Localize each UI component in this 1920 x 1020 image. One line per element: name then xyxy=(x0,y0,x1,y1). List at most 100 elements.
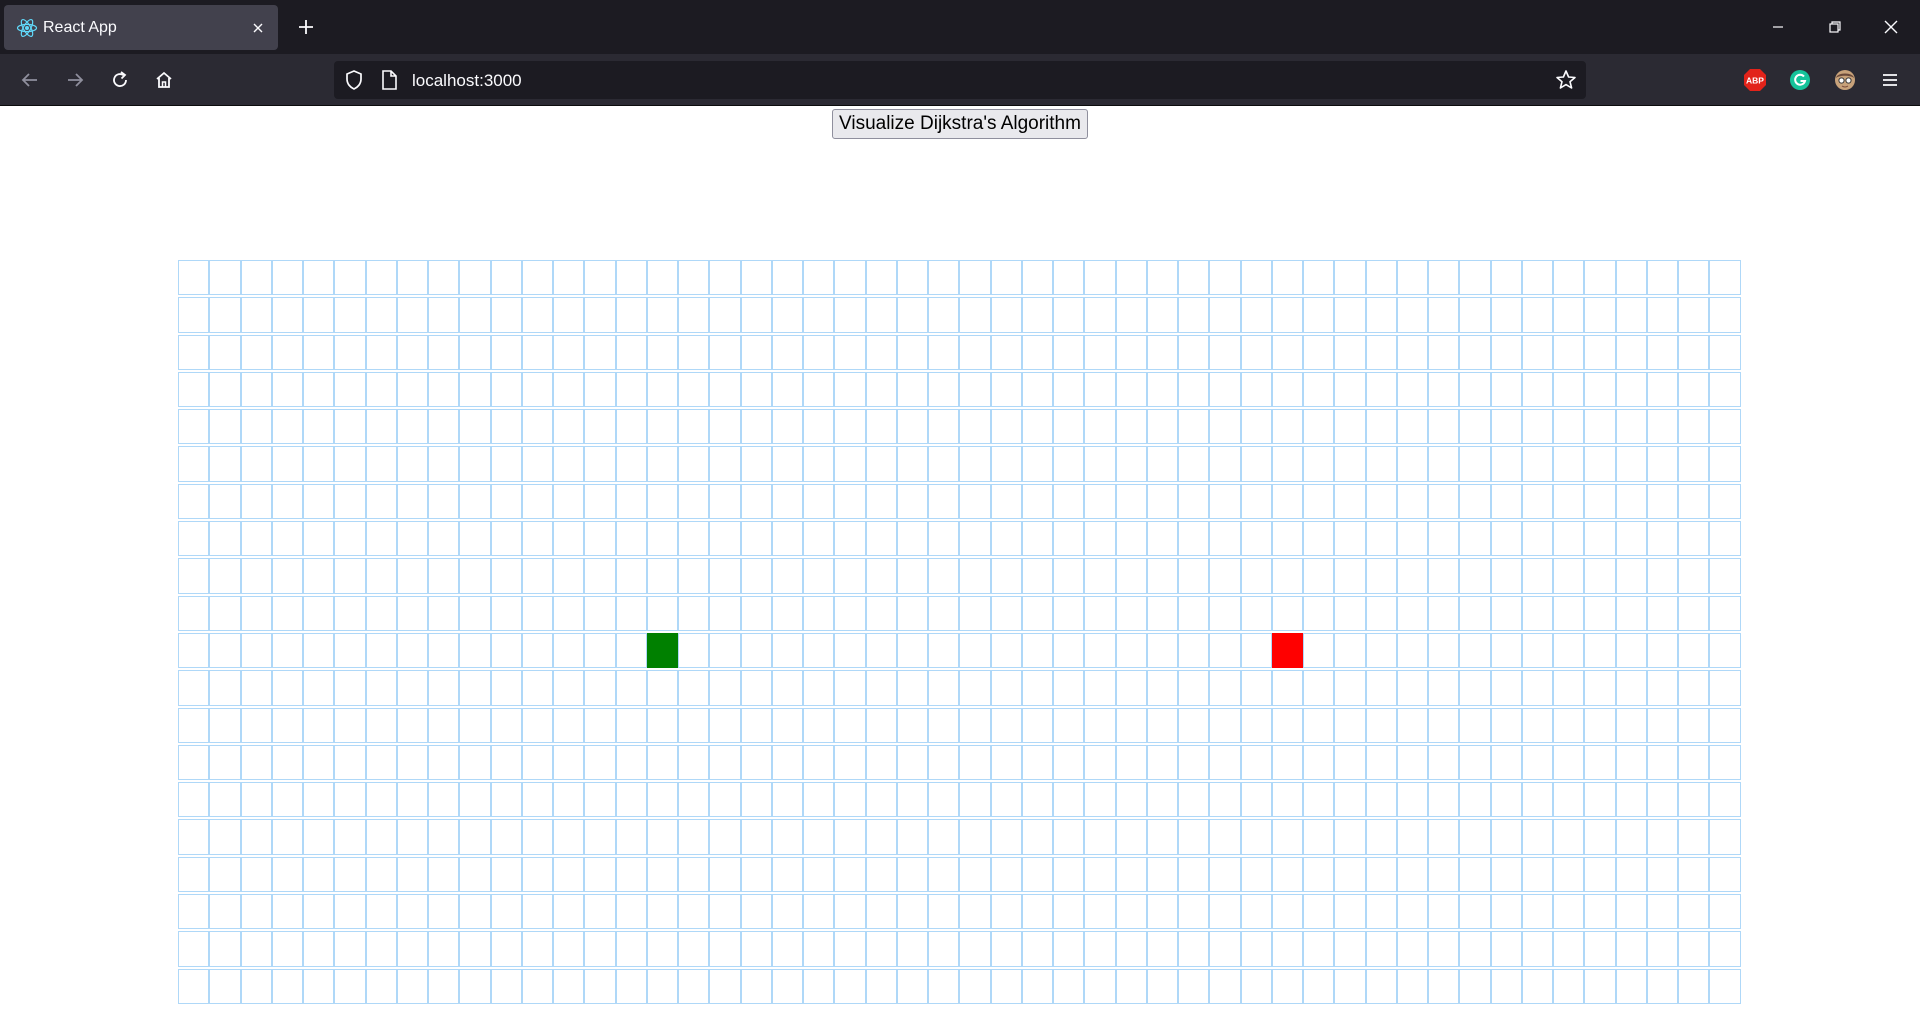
grid-node[interactable] xyxy=(959,483,991,520)
grid-node[interactable] xyxy=(334,819,366,855)
grid-node[interactable] xyxy=(490,856,522,893)
grid-node[interactable] xyxy=(990,595,1022,631)
grid-node[interactable] xyxy=(1178,856,1210,893)
grid-node[interactable] xyxy=(490,334,522,370)
grid-node[interactable] xyxy=(1303,521,1335,557)
grid-node[interactable] xyxy=(365,856,397,893)
grid-node[interactable] xyxy=(990,819,1022,855)
grid-node[interactable] xyxy=(365,632,397,669)
grid-node[interactable] xyxy=(1709,894,1741,930)
grid-node[interactable] xyxy=(459,334,491,370)
grid-node[interactable] xyxy=(709,297,741,333)
grid-node[interactable] xyxy=(1053,707,1085,743)
grid-node[interactable] xyxy=(1334,409,1366,445)
grid-node[interactable] xyxy=(1021,968,1053,1004)
grid-node[interactable] xyxy=(1459,931,1491,967)
grid-node[interactable] xyxy=(1459,334,1491,370)
grid-node[interactable] xyxy=(1709,782,1741,818)
grid-node[interactable] xyxy=(428,632,460,669)
grid-node[interactable] xyxy=(709,409,741,445)
grid-node[interactable] xyxy=(396,931,428,967)
grid-node[interactable] xyxy=(1428,670,1460,706)
grid-node[interactable] xyxy=(1209,632,1241,669)
grid-node[interactable] xyxy=(1615,446,1647,482)
grid-node[interactable] xyxy=(428,968,460,1004)
grid-node[interactable] xyxy=(834,856,866,893)
grid-node[interactable] xyxy=(803,260,835,296)
grid-node[interactable] xyxy=(1709,446,1741,482)
grid-node[interactable] xyxy=(396,670,428,706)
grid-node[interactable] xyxy=(1646,670,1678,706)
grid-node[interactable] xyxy=(1209,297,1241,333)
grid-node[interactable] xyxy=(928,595,960,631)
grid-node[interactable] xyxy=(1615,483,1647,520)
grid-node[interactable] xyxy=(396,744,428,781)
grid-node[interactable] xyxy=(646,260,678,296)
grid-node[interactable] xyxy=(615,521,647,557)
grid-node[interactable] xyxy=(740,931,772,967)
grid-node[interactable] xyxy=(740,670,772,706)
grid-node[interactable] xyxy=(334,334,366,370)
grid-node[interactable] xyxy=(1584,707,1616,743)
grid-node[interactable] xyxy=(1396,558,1428,594)
grid-node[interactable] xyxy=(1021,782,1053,818)
grid-node[interactable] xyxy=(865,297,897,333)
grid-node[interactable] xyxy=(178,744,210,781)
grid-node[interactable] xyxy=(240,446,272,482)
grid-node[interactable] xyxy=(553,371,585,408)
grid-node[interactable] xyxy=(896,670,928,706)
grid-node[interactable] xyxy=(1615,371,1647,408)
grid-node[interactable] xyxy=(1115,558,1147,594)
grid-node[interactable] xyxy=(865,707,897,743)
grid-node[interactable] xyxy=(928,446,960,482)
grid-node[interactable] xyxy=(771,446,803,482)
grid-node[interactable] xyxy=(1521,782,1553,818)
grid-node[interactable] xyxy=(646,595,678,631)
grid-node[interactable] xyxy=(178,856,210,893)
grid-node[interactable] xyxy=(1678,744,1710,781)
grid-node[interactable] xyxy=(1209,707,1241,743)
grid-node[interactable] xyxy=(771,334,803,370)
grid-node[interactable] xyxy=(459,483,491,520)
grid-node[interactable] xyxy=(1084,670,1116,706)
grid-node[interactable] xyxy=(1396,819,1428,855)
grid-node[interactable] xyxy=(1178,409,1210,445)
grid-node[interactable] xyxy=(1021,931,1053,967)
grid-node[interactable] xyxy=(428,334,460,370)
grid-node[interactable] xyxy=(928,297,960,333)
grid-node[interactable] xyxy=(1146,371,1178,408)
grid-node[interactable] xyxy=(1209,670,1241,706)
grid-node[interactable] xyxy=(678,707,710,743)
grid-node[interactable] xyxy=(1084,558,1116,594)
grid-node[interactable] xyxy=(1303,856,1335,893)
grid-node[interactable] xyxy=(928,894,960,930)
grid-node[interactable] xyxy=(1178,483,1210,520)
grid-node[interactable] xyxy=(521,260,553,296)
grid-node[interactable] xyxy=(1521,558,1553,594)
grid-node[interactable] xyxy=(1709,260,1741,296)
close-icon[interactable] xyxy=(1877,13,1905,41)
grid-node[interactable] xyxy=(1646,297,1678,333)
grid-node[interactable] xyxy=(709,521,741,557)
grid-node[interactable] xyxy=(1146,558,1178,594)
grid-node[interactable] xyxy=(1240,744,1272,781)
grid-node[interactable] xyxy=(865,595,897,631)
grid-node[interactable] xyxy=(553,446,585,482)
grid-node[interactable] xyxy=(709,446,741,482)
grid-node[interactable] xyxy=(771,707,803,743)
grid-node[interactable] xyxy=(1303,931,1335,967)
grid-node[interactable] xyxy=(490,446,522,482)
grid-node[interactable] xyxy=(1521,595,1553,631)
grid-node[interactable] xyxy=(740,632,772,669)
grid-node[interactable] xyxy=(428,819,460,855)
grid-node[interactable] xyxy=(1334,334,1366,370)
grid-node[interactable] xyxy=(771,744,803,781)
grid-node[interactable] xyxy=(553,409,585,445)
hamburger-menu-icon[interactable] xyxy=(1876,66,1904,94)
grid-node[interactable] xyxy=(490,931,522,967)
grid-node[interactable] xyxy=(1678,521,1710,557)
grid-node[interactable] xyxy=(1209,334,1241,370)
grid-node[interactable] xyxy=(771,595,803,631)
grid-node[interactable] xyxy=(209,819,241,855)
grid-node[interactable] xyxy=(709,595,741,631)
